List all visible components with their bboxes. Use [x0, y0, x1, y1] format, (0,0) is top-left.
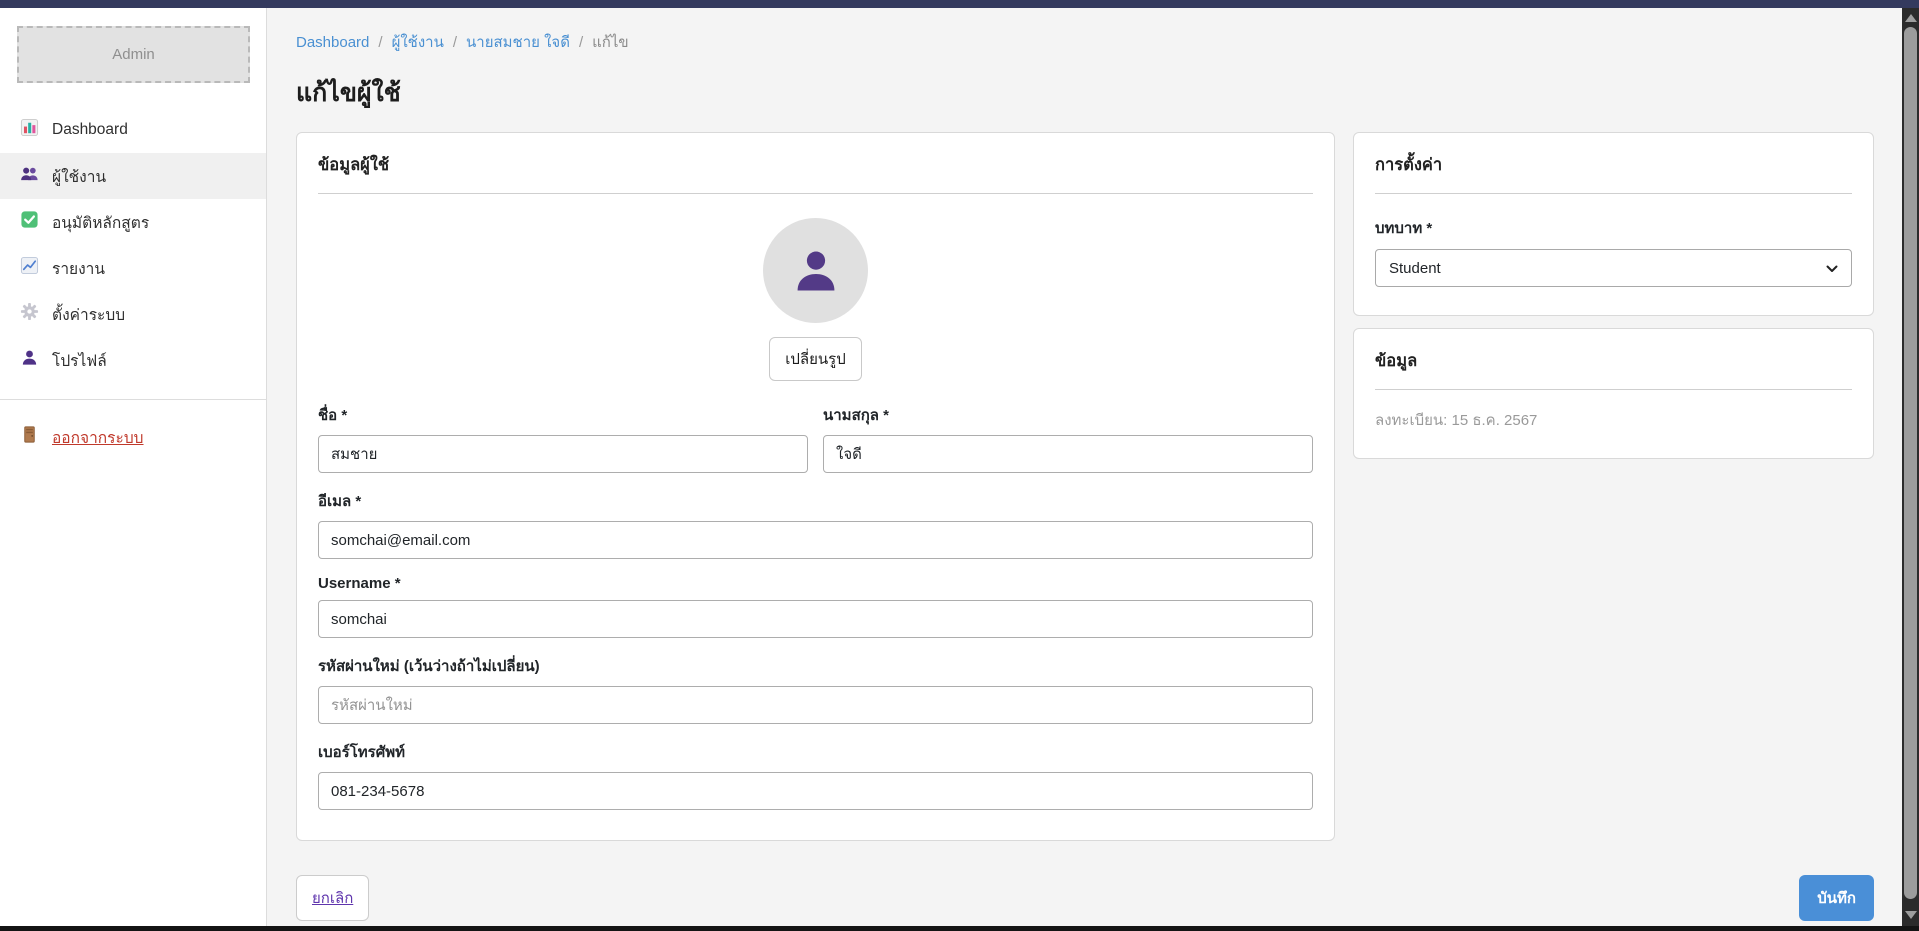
email-field-group: อีเมล * — [318, 489, 1313, 559]
breadcrumb-user-name[interactable]: นายสมชาย ใจดี — [466, 30, 570, 54]
scroll-down-arrow[interactable] — [1905, 911, 1917, 919]
sidebar-item-label: อนุมัติหลักสูตร — [52, 210, 149, 235]
sidebar-item-system-settings[interactable]: ตั้งค่าระบบ — [0, 291, 266, 337]
breadcrumb: Dashboard / ผู้ใช้งาน / นายสมชาย ใจดี / … — [296, 30, 1874, 54]
checkmark-icon — [20, 210, 39, 234]
sidebar-item-label: Dashboard — [52, 121, 128, 139]
chevron-down-icon — [1826, 260, 1838, 277]
breadcrumb-users[interactable]: ผู้ใช้งาน — [392, 30, 444, 54]
sidebar-item-label: โปรไฟล์ — [52, 348, 107, 373]
right-column: การตั้งค่า บทบาท * Student — [1353, 132, 1874, 459]
email-input[interactable] — [318, 521, 1313, 559]
sidebar-item-approve-courses[interactable]: อนุมัติหลักสูตร — [0, 199, 266, 245]
door-icon — [20, 425, 39, 449]
vertical-scrollbar[interactable] — [1902, 8, 1919, 926]
sidebar-item-reports[interactable]: รายงาน — [0, 245, 266, 291]
breadcrumb-separator: / — [579, 34, 583, 51]
dashboard-icon — [20, 118, 39, 142]
last-name-label: นามสกุล * — [823, 403, 1313, 427]
brand-label: Admin — [112, 46, 155, 63]
settings-card: การตั้งค่า บทบาท * Student — [1353, 132, 1874, 316]
user-info-card: ข้อมูลผู้ใช้ เปลี่ยนรูป — [296, 132, 1335, 841]
role-selected-value: Student — [1389, 260, 1441, 277]
user-info-card-title: ข้อมูลผู้ใช้ — [318, 133, 1313, 194]
role-select[interactable]: Student — [1375, 249, 1852, 287]
role-label: บทบาท * — [1375, 216, 1852, 240]
scroll-up-arrow[interactable] — [1905, 14, 1917, 22]
new-password-input[interactable] — [318, 686, 1313, 724]
sidebar-divider — [0, 399, 266, 400]
content-row: ข้อมูลผู้ใช้ เปลี่ยนรูป — [296, 132, 1874, 841]
logout-label: ออกจากระบบ — [52, 425, 144, 450]
gear-icon — [20, 302, 39, 326]
save-button[interactable]: บันทึก — [1799, 875, 1874, 921]
email-label: อีเมล * — [318, 489, 1313, 513]
first-name-field-group: ชื่อ * — [318, 403, 808, 473]
phone-label: เบอร์โทรศัพท์ — [318, 740, 1313, 764]
form-actions: ยกเลิก บันทึก — [296, 875, 1874, 921]
sidebar-item-users[interactable]: ผู้ใช้งาน — [0, 153, 266, 199]
left-column: ข้อมูลผู้ใช้ เปลี่ยนรูป — [296, 132, 1335, 841]
first-name-label: ชื่อ * — [318, 403, 808, 427]
main-content: Dashboard / ผู้ใช้งาน / นายสมชาย ใจดี / … — [267, 8, 1919, 926]
avatar — [763, 218, 868, 323]
breadcrumb-current: แก้ไข — [592, 30, 629, 54]
logout-link[interactable]: ออกจากระบบ — [0, 414, 266, 460]
settings-card-title: การตั้งค่า — [1375, 133, 1852, 194]
phone-input[interactable] — [318, 772, 1313, 810]
info-card: ข้อมูล ลงทะเบียน: 15 ธ.ค. 2567 — [1353, 328, 1874, 459]
name-row: ชื่อ * นามสกุล * — [318, 403, 1313, 489]
chart-line-icon — [20, 256, 39, 280]
change-photo-button[interactable]: เปลี่ยนรูป — [769, 337, 861, 381]
users-icon — [20, 164, 39, 188]
last-name-input[interactable] — [823, 435, 1313, 473]
person-icon — [20, 348, 39, 372]
sidebar-item-label: ตั้งค่าระบบ — [52, 302, 125, 327]
first-name-input[interactable] — [318, 435, 808, 473]
info-card-title: ข้อมูล — [1375, 329, 1852, 390]
page-title: แก้ไขผู้ใช้ — [296, 73, 1874, 113]
phone-field-group: เบอร์โทรศัพท์ — [318, 740, 1313, 810]
sidebar-item-label: ผู้ใช้งาน — [52, 164, 106, 189]
sidebar-nav: Dashboard ผู้ใช้งาน อน — [0, 107, 266, 383]
scrollbar-thumb[interactable] — [1904, 27, 1917, 899]
app-container: Admin Dashboard — [0, 8, 1919, 926]
info-card-body: ลงทะเบียน: 15 ธ.ค. 2567 — [1354, 390, 1873, 458]
sidebar-item-dashboard[interactable]: Dashboard — [0, 107, 266, 153]
password-label: รหัสผ่านใหม่ (เว้นว่างถ้าไม่เปลี่ยน) — [318, 654, 1313, 678]
username-label: Username * — [318, 575, 1313, 592]
username-field-group: Username * — [318, 575, 1313, 638]
settings-card-body: บทบาท * Student — [1354, 194, 1873, 315]
sidebar-item-profile[interactable]: โปรไฟล์ — [0, 337, 266, 383]
password-field-group: รหัสผ่านใหม่ (เว้นว่างถ้าไม่เปลี่ยน) — [318, 654, 1313, 724]
window-top-bar — [0, 0, 1919, 8]
brand-logo-placeholder: Admin — [17, 26, 250, 83]
user-info-card-body: เปลี่ยนรูป ชื่อ * นามสกุล * — [297, 194, 1334, 840]
breadcrumb-separator: / — [378, 34, 382, 51]
avatar-block: เปลี่ยนรูป — [318, 218, 1313, 381]
breadcrumb-separator: / — [453, 34, 457, 51]
sidebar: Admin Dashboard — [0, 8, 267, 926]
breadcrumb-dashboard[interactable]: Dashboard — [296, 34, 369, 51]
username-input[interactable] — [318, 600, 1313, 638]
window-bottom-bar — [0, 926, 1919, 931]
registered-date-text: ลงทะเบียน: 15 ธ.ค. 2567 — [1375, 408, 1852, 432]
person-silhouette-icon — [790, 245, 842, 297]
cancel-button[interactable]: ยกเลิก — [296, 875, 369, 921]
sidebar-item-label: รายงาน — [52, 256, 105, 281]
last-name-field-group: นามสกุล * — [823, 403, 1313, 473]
